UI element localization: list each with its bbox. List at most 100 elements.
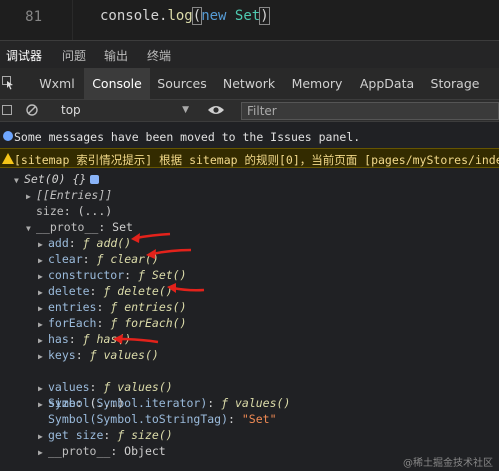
collapsed-triangle-icon: ▶ <box>38 352 43 361</box>
console-output: Some messages have been moved to the Iss… <box>0 122 499 471</box>
devtools-tabs: Wxml Console Sources Network Memory AppD… <box>0 68 499 100</box>
collapsed-triangle-icon: ▶ <box>26 192 31 201</box>
code-editor[interactable]: 81 console.log(new Set) <box>0 0 499 40</box>
inspect-element-icon[interactable] <box>2 76 14 90</box>
collapsed-triangle-icon: ▶ <box>38 448 43 457</box>
entries-label: [[Entries]] <box>36 188 113 202</box>
clear-console-icon[interactable] <box>26 104 38 116</box>
member-value: Object <box>124 444 166 458</box>
proto-member-row[interactable]: ▶ get size: ƒ size() <box>38 428 173 442</box>
editor-gutter: 81 <box>0 0 73 40</box>
member-function: delete() <box>117 284 173 298</box>
info-badge-icon[interactable] <box>90 175 100 184</box>
tab-storage[interactable]: Storage <box>426 68 484 99</box>
tree-to-string-tag: Symbol(Symbol.toStringTag): "Set" <box>48 412 277 426</box>
member-value: "Set" <box>241 412 277 426</box>
tree-inner-proto[interactable]: ▶ __proto__: Object <box>38 444 166 458</box>
member-function: size() <box>131 428 173 442</box>
member-key: Symbol(Symbol.toStringTag) <box>48 412 229 426</box>
collapsed-triangle-icon: ▶ <box>38 336 43 345</box>
member-key: get size <box>48 428 104 442</box>
separator: : <box>68 236 83 250</box>
context-select[interactable]: top ▼ <box>55 102 195 119</box>
tab-problems[interactable]: 问题 <box>62 47 86 64</box>
tree-entries[interactable]: ▶ [[Entries]] <box>26 188 112 202</box>
member-function: forEach() <box>124 316 187 330</box>
eye-icon[interactable] <box>207 104 225 116</box>
member-key: has <box>48 332 69 346</box>
collapsed-triangle-icon: ▶ <box>38 240 43 249</box>
tab-network[interactable]: Network <box>218 68 280 99</box>
collapsed-triangle-icon: ▶ <box>38 400 43 409</box>
collapsed-triangle-icon: ▶ <box>38 304 43 313</box>
annotation-arrow-add <box>131 232 171 243</box>
member-key: forEach <box>48 316 97 330</box>
function-glyph: ƒ <box>89 348 97 362</box>
proto-member-row[interactable]: ▶ keys: ƒ values() <box>38 348 159 362</box>
tab-appdata[interactable]: AppData <box>354 68 420 99</box>
tree-proto[interactable]: ▼ __proto__: Set <box>26 220 133 234</box>
warning-icon <box>2 153 14 164</box>
tab-terminal[interactable]: 终端 <box>147 47 171 64</box>
code-open-paren: ( <box>191 7 203 25</box>
separator: : <box>82 252 97 266</box>
tab-memory[interactable]: Memory <box>285 68 349 99</box>
member-key: clear <box>48 252 83 266</box>
tab-sources[interactable]: Sources <box>152 68 212 99</box>
info-text: Some messages have been moved to the Iss… <box>14 130 361 144</box>
collapsed-triangle-icon: ▶ <box>38 272 43 281</box>
code-method: log <box>167 8 193 24</box>
member-key: __proto__ <box>48 444 111 458</box>
member-key: keys <box>48 348 76 362</box>
filter-input[interactable]: Filter <box>241 102 499 120</box>
warning-text: [sitemap 索引情况提示] 根据 sitemap 的规则[0]，当前页面 … <box>14 153 499 167</box>
tree-proto-size: size: (...) <box>48 396 125 410</box>
filter-placeholder: Filter <box>247 104 277 118</box>
annotation-arrow-delete <box>167 283 205 293</box>
code-line[interactable]: console.log(new Set) <box>100 7 270 25</box>
proto-member-row[interactable]: ▶ clear: ƒ clear() <box>38 252 159 266</box>
proto-member-row[interactable]: ▶ delete: ƒ delete() <box>38 284 173 298</box>
warning-message[interactable]: [sitemap 索引情况提示] 根据 sitemap 的规则[0]，当前页面 … <box>0 148 499 168</box>
tab-debugger[interactable]: 调试器 <box>3 47 45 71</box>
proto-member-row[interactable]: ▶ add: ƒ add() <box>38 236 131 250</box>
tab-console[interactable]: Console <box>84 68 150 99</box>
separator: : <box>124 268 139 282</box>
tab-wxml[interactable]: Wxml <box>32 68 82 99</box>
separator: : <box>103 428 118 442</box>
console-toolbar: top ▼ Filter <box>0 100 499 122</box>
proto-member-row[interactable]: ▶ constructor: ƒ Set() <box>38 268 187 282</box>
proto-member-row[interactable]: ▶ forEach: ƒ forEach() <box>38 316 187 330</box>
proto-member-row[interactable]: ▶ values: ƒ values() <box>38 380 173 394</box>
collapsed-triangle-icon: ▶ <box>38 432 43 441</box>
tree-root[interactable]: ▼ Set(0) {} <box>14 172 100 186</box>
tree-size: size: (...) <box>36 204 113 218</box>
member-function: entries() <box>124 300 187 314</box>
member-key: entries <box>48 300 97 314</box>
root-label: Set(0) {} <box>24 172 87 186</box>
watermark: @稀土掘金技术社区 <box>403 458 493 469</box>
sidebar-toggle-icon[interactable] <box>2 105 12 115</box>
separator: : <box>96 300 111 314</box>
line-number: 81 <box>25 9 42 25</box>
proto-member-row[interactable]: ▶ entries: ƒ entries() <box>38 300 187 314</box>
member-key: add <box>48 236 69 250</box>
collapsed-triangle-icon: ▶ <box>38 320 43 329</box>
code-keyword-new: new <box>201 8 227 24</box>
panel-tabs: 调试器 问题 输出 终端 <box>0 40 499 71</box>
separator: : <box>89 380 104 394</box>
function-glyph: ƒ <box>82 332 90 346</box>
annotation-arrow-clear <box>146 248 192 259</box>
collapsed-triangle-icon: ▶ <box>38 288 43 297</box>
annotation-arrow-has <box>113 334 159 344</box>
function-glyph: ƒ <box>82 236 90 250</box>
member-function: values() <box>103 348 159 362</box>
code-class: Set <box>234 8 261 24</box>
context-value: top <box>61 103 81 117</box>
separator: : <box>89 284 104 298</box>
tab-output[interactable]: 输出 <box>104 47 128 64</box>
member-key: constructor <box>48 268 125 282</box>
expanded-triangle-icon: ▼ <box>14 176 19 185</box>
separator: : <box>68 332 83 346</box>
